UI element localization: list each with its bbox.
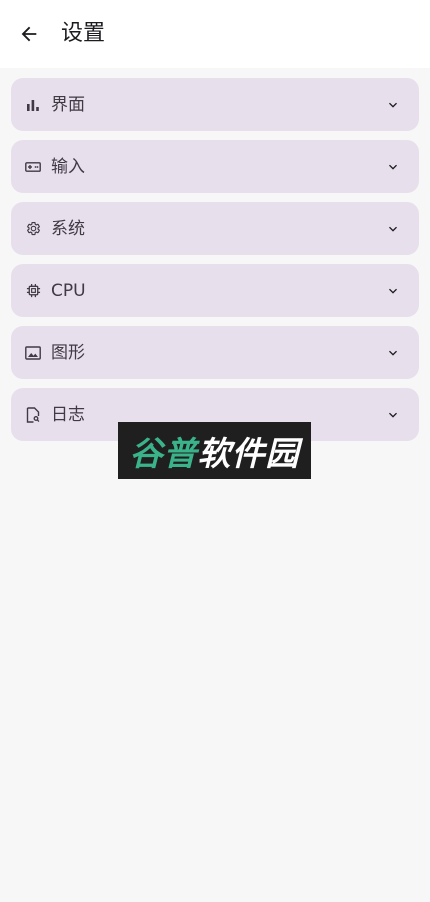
arrow-back-icon (21, 26, 37, 42)
back-button[interactable] (14, 20, 44, 48)
settings-item-label: 输入 (51, 156, 85, 177)
gear-icon (25, 221, 41, 237)
settings-item-graphics[interactable]: 图形 (11, 326, 419, 379)
bar-chart-icon (25, 97, 41, 113)
chevron-down-icon (385, 345, 401, 361)
watermark-text-green: 谷普 (129, 433, 198, 473)
settings-item-system[interactable]: 系统 (11, 202, 419, 255)
settings-item-label: CPU (51, 280, 86, 301)
cpu-chip-icon (25, 283, 41, 299)
image-icon (25, 345, 41, 361)
chevron-down-icon (385, 97, 401, 113)
settings-item-label: 界面 (51, 94, 85, 115)
top-app-bar: 设置 (0, 0, 430, 68)
settings-item-label: 日志 (51, 404, 85, 425)
chevron-down-icon (385, 283, 401, 299)
chevron-down-icon (385, 407, 401, 423)
chevron-down-icon (385, 221, 401, 237)
watermark-text-white: 软件园 (197, 433, 300, 473)
settings-item-interface[interactable]: 界面 (11, 78, 419, 131)
watermark-logo: 谷普 软件园 (118, 422, 311, 479)
settings-item-input[interactable]: 输入 (11, 140, 419, 193)
settings-item-label: 图形 (51, 342, 85, 363)
settings-item-cpu[interactable]: CPU (11, 264, 419, 317)
chevron-down-icon (385, 159, 401, 175)
file-search-icon (25, 406, 41, 423)
settings-item-label: 系统 (51, 218, 85, 239)
gamepad-icon (25, 159, 41, 175)
page-title: 设置 (61, 21, 106, 46)
